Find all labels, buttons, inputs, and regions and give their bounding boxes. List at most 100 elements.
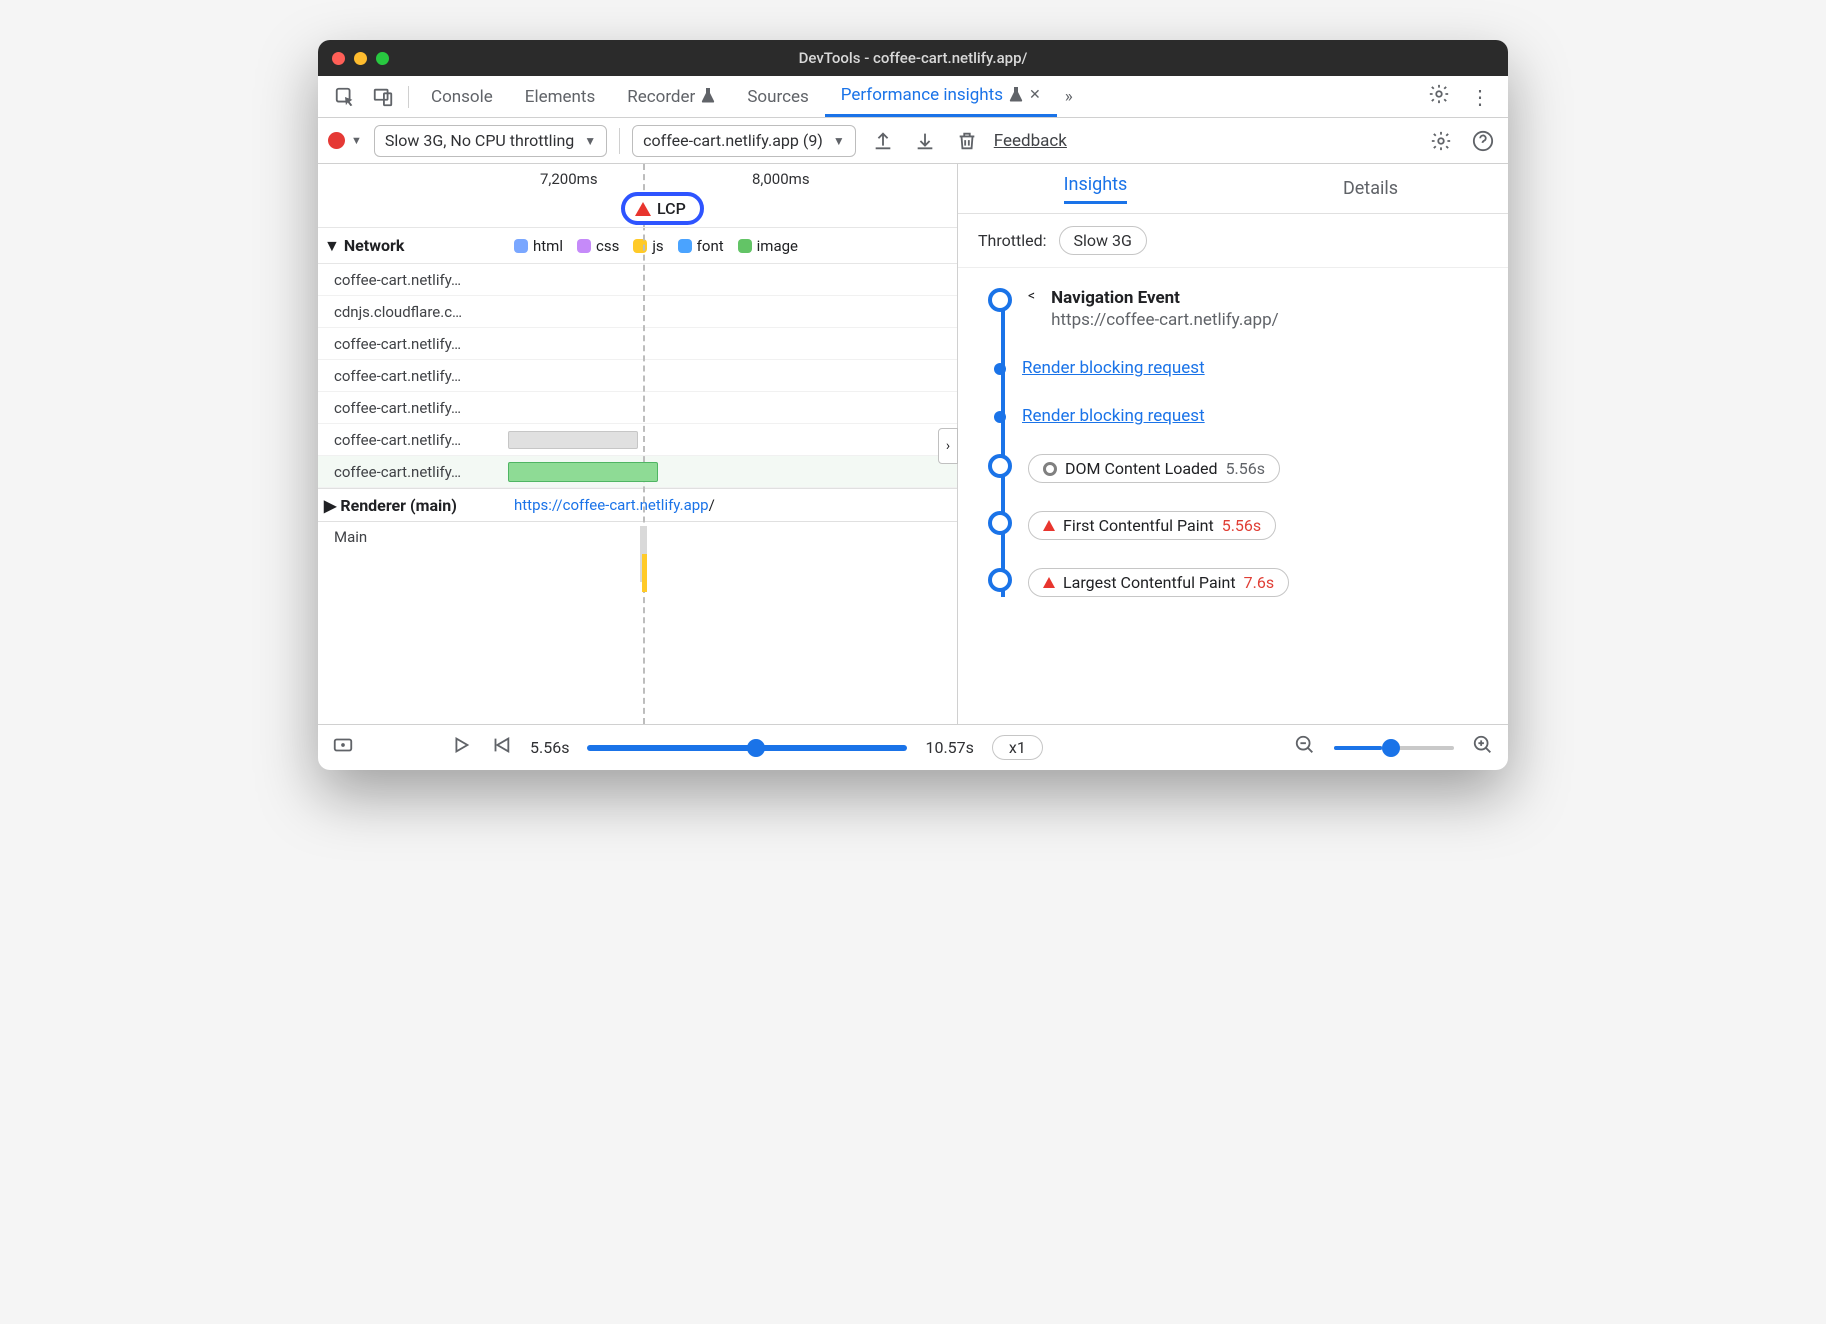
zoom-knob[interactable] — [1382, 739, 1400, 757]
network-row[interactable]: coffee-cart.netlify… — [318, 424, 957, 456]
tab-console[interactable]: Console — [415, 76, 509, 117]
throttling-select[interactable]: Slow 3G, No CPU throttling ▼ — [374, 125, 607, 157]
time-slider[interactable] — [587, 745, 907, 751]
swatch-css — [577, 239, 591, 253]
network-section-toggle[interactable]: ▼ Network — [318, 236, 508, 256]
tab-perf-label: Performance insights — [841, 85, 1003, 105]
event-render-blocking[interactable]: Render blocking request — [988, 358, 1484, 378]
more-tabs-icon[interactable]: » — [1057, 87, 1081, 107]
main-thread-row: Main — [318, 522, 957, 642]
screenshot-toggle-icon[interactable] — [332, 734, 354, 761]
event-navigation[interactable]: < Navigation Event https://coffee-cart.n… — [988, 288, 1484, 330]
zoom-out-icon[interactable] — [1294, 734, 1316, 761]
nav-url: https://coffee-cart.netlify.app/ — [1051, 310, 1484, 330]
expand-pane-button[interactable]: › — [938, 428, 958, 464]
throttling-label: Slow 3G, No CPU throttling — [385, 131, 574, 150]
dropdown-caret-icon[interactable]: ▼ — [351, 134, 362, 147]
fcp-pill[interactable]: First Contentful Paint 5.56s — [1028, 511, 1276, 540]
content-area: 7,200ms 8,000ms LCP ▼ Network html css j… — [318, 164, 1508, 724]
row-label: cdnjs.cloudflare.c… — [318, 303, 508, 321]
device-toggle-icon[interactable] — [364, 86, 402, 108]
task-block[interactable] — [642, 554, 647, 592]
slider-knob[interactable] — [747, 739, 765, 757]
tab-recorder-label: Recorder — [627, 87, 695, 107]
tab-elements[interactable]: Elements — [509, 76, 611, 117]
lcp-marker[interactable]: LCP — [621, 192, 704, 225]
zoom-fill — [1334, 746, 1382, 750]
throttled-value-pill[interactable]: Slow 3G — [1059, 226, 1147, 255]
throttled-row: Throttled: Slow 3G — [958, 214, 1508, 268]
swatch-html — [514, 239, 528, 253]
help-icon[interactable] — [1468, 130, 1498, 152]
time-ruler[interactable]: 7,200ms 8,000ms LCP — [318, 164, 957, 228]
dcl-value: 5.56s — [1226, 459, 1265, 478]
lcp-pill[interactable]: Largest Contentful Paint 7.6s — [1028, 568, 1289, 597]
event-render-blocking[interactable]: Render blocking request — [988, 406, 1484, 426]
network-row[interactable]: coffee-cart.netlify… — [318, 328, 957, 360]
close-tab-icon[interactable]: ✕ — [1029, 87, 1041, 103]
record-button[interactable]: ▼ — [328, 132, 362, 149]
play-icon[interactable] — [450, 734, 472, 761]
export-icon[interactable] — [868, 130, 898, 152]
tab-details[interactable]: Details — [1233, 164, 1508, 213]
panel-tabs: Console Elements Recorder Sources Perfor… — [318, 76, 1508, 118]
nav-title: Navigation Event — [1051, 288, 1484, 308]
network-row[interactable]: coffee-cart.netlify… — [318, 264, 957, 296]
request-bar[interactable] — [508, 462, 658, 482]
network-row[interactable]: coffee-cart.netlify… — [318, 392, 957, 424]
timeline-node-icon — [988, 454, 1012, 478]
lcp-label: Largest Contentful Paint — [1063, 573, 1236, 592]
row-label: coffee-cart.netlify… — [318, 399, 508, 417]
speed-pill[interactable]: x1 — [992, 735, 1043, 760]
inspect-icon[interactable] — [326, 86, 364, 108]
page-select[interactable]: coffee-cart.netlify.app (9) ▼ — [632, 125, 856, 157]
network-row[interactable]: cdnjs.cloudflare.c… — [318, 296, 957, 328]
render-blocking-link[interactable]: Render blocking request — [1022, 406, 1205, 426]
start-time: 5.56s — [530, 738, 569, 757]
chevron-down-icon: ▼ — [324, 236, 340, 256]
fcp-value: 5.56s — [1222, 516, 1261, 535]
request-bar[interactable] — [508, 431, 638, 449]
tab-insights[interactable]: Insights — [958, 164, 1233, 213]
network-row[interactable]: coffee-cart.netlify… — [318, 456, 957, 488]
zoom-in-icon[interactable] — [1472, 734, 1494, 761]
zoom-slider[interactable] — [1334, 746, 1454, 750]
tab-sources[interactable]: Sources — [731, 76, 824, 117]
import-icon[interactable] — [910, 130, 940, 152]
tab-recorder[interactable]: Recorder — [611, 76, 731, 117]
insights-timeline: < Navigation Event https://coffee-cart.n… — [958, 268, 1508, 597]
rewind-icon[interactable] — [490, 734, 512, 761]
caret-icon: ▼ — [833, 134, 845, 148]
network-row[interactable]: coffee-cart.netlify… — [318, 360, 957, 392]
event-fcp[interactable]: First Contentful Paint 5.56s — [988, 511, 1484, 540]
swatch-image — [738, 239, 752, 253]
panel-settings-icon[interactable] — [1426, 130, 1456, 152]
row-label: coffee-cart.netlify… — [318, 463, 508, 481]
event-dcl[interactable]: DOM Content Loaded 5.56s — [988, 454, 1484, 483]
dcl-pill[interactable]: DOM Content Loaded 5.56s — [1028, 454, 1280, 483]
event-lcp[interactable]: Largest Contentful Paint 7.6s — [988, 568, 1484, 597]
settings-icon[interactable] — [1418, 83, 1460, 110]
separator — [619, 128, 620, 154]
feedback-link[interactable]: Feedback — [994, 131, 1067, 151]
timeline-node-icon — [988, 288, 1012, 312]
warning-triangle-icon — [1043, 520, 1055, 531]
warning-triangle-icon — [635, 202, 651, 216]
delete-icon[interactable] — [952, 130, 982, 152]
playback-footer: 5.56s 10.57s x1 — [318, 724, 1508, 770]
legend-js: js — [652, 237, 663, 255]
legend-font: font — [697, 237, 724, 255]
tab-performance-insights[interactable]: Performance insights ✕ — [825, 76, 1057, 117]
renderer-toggle[interactable]: ▶ Renderer (main) — [318, 496, 508, 515]
url-slash: / — [709, 496, 715, 514]
tick-label: 7,200ms — [540, 170, 598, 188]
kebab-menu-icon[interactable]: ⋮ — [1460, 85, 1500, 109]
render-blocking-link[interactable]: Render blocking request — [1022, 358, 1205, 378]
separator — [408, 86, 409, 108]
main-track[interactable] — [508, 522, 957, 642]
chevron-right-icon: ▶ — [324, 496, 336, 515]
timeline-dot-icon — [994, 411, 1006, 423]
end-time: 10.57s — [925, 738, 973, 757]
row-label: coffee-cart.netlify… — [318, 367, 508, 385]
renderer-url[interactable]: https://coffee-cart.netlify.app/ — [508, 496, 957, 514]
